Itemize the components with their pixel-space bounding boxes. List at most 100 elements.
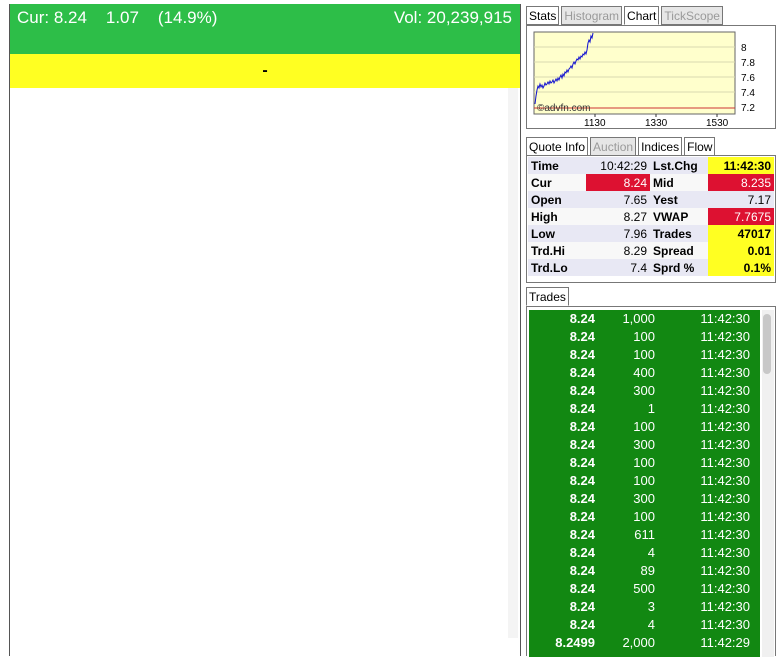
quote-value: 8.235 <box>708 174 774 191</box>
quote-label: Trd.Lo <box>528 259 586 276</box>
tab-auction[interactable]: Auction <box>590 137 637 156</box>
trade-time: 11:42:30 <box>700 401 750 416</box>
trades-tabs: Trades <box>526 287 569 306</box>
trade-row: 8.24 3 11:42:30 <box>529 598 760 616</box>
quote-value: 8.29 <box>586 242 650 259</box>
tab-tickscope[interactable]: TickScope <box>661 6 723 25</box>
trade-quantity: 100 <box>633 419 655 434</box>
quote-label: Trades <box>650 225 708 242</box>
trade-quantity: 400 <box>633 365 655 380</box>
quote-value: 7.17 <box>708 191 774 208</box>
trade-price: 8.24 <box>569 563 595 578</box>
quote-label: Mid <box>650 174 708 191</box>
trades-scrollbar-thumb[interactable] <box>763 314 771 374</box>
trade-price: 8.24 <box>569 545 595 560</box>
trade-price: 8.24 <box>569 599 595 614</box>
trade-quantity: 3 <box>647 599 655 614</box>
y-tick-label: 7.2 <box>741 103 755 114</box>
quote-label: High <box>528 208 586 225</box>
x-tick-label: 1130 <box>584 118 606 128</box>
status-text: - <box>262 62 268 79</box>
trade-time: 11:42:30 <box>700 563 750 578</box>
trade-time: 11:42:30 <box>700 347 750 362</box>
trade-quantity: 100 <box>633 329 655 344</box>
trade-quantity: 100 <box>633 473 655 488</box>
trade-quantity: 300 <box>633 491 655 506</box>
status-bar: - <box>10 54 520 88</box>
trade-row: 8.24 1 11:42:30 <box>529 400 760 418</box>
trade-time: 11:42:30 <box>700 455 750 470</box>
quote-value: 0.01 <box>708 242 774 259</box>
tab-chart[interactable]: Chart <box>624 6 660 25</box>
quote-label: Low <box>528 225 586 242</box>
trade-quantity: 300 <box>633 437 655 452</box>
trade-price: 8.24 <box>569 527 595 542</box>
y-tick-label: 7.8 <box>741 58 755 69</box>
trade-price: 8.24 <box>569 311 595 326</box>
quote-value: 8.27 <box>586 208 650 225</box>
trade-row: 8.24 100 11:42:30 <box>529 508 760 526</box>
quote-row: High 8.27 VWAP 7.7675 <box>528 208 774 225</box>
y-tick-label: 7.6 <box>741 73 755 84</box>
chart-watermark: ©advfn.com <box>537 103 591 114</box>
trade-quantity: 1,000 <box>622 311 655 326</box>
tab-histogram[interactable]: Histogram <box>561 6 623 25</box>
trade-quantity: 611 <box>634 527 655 542</box>
trade-row: 8.24 300 11:42:30 <box>529 490 760 508</box>
quote-value: 0.1% <box>708 259 774 276</box>
trade-row: 8.24 100 11:42:30 <box>529 454 760 472</box>
quote-value: 7.96 <box>586 225 650 242</box>
trade-quantity: 500 <box>633 581 655 596</box>
quote-value: 8.24 <box>586 174 650 191</box>
trade-row: 8.24 100 11:42:30 <box>529 472 760 490</box>
left-scrollbar[interactable] <box>508 88 518 638</box>
trade-time: 11:42:30 <box>700 527 750 542</box>
price-header: Cur: 8.24 1.07 (14.9%) Vol: 20,239,915 <box>10 4 520 54</box>
trade-row: 8.24 89 11:42:30 <box>529 562 760 580</box>
quote-row: Cur 8.24 Mid 8.235 <box>528 174 774 191</box>
quote-tabs: Quote Info Auction Indices Flow <box>526 137 716 156</box>
quote-value: 11:42:30 <box>708 157 774 174</box>
trade-row: 8.24 611 11:42:30 <box>529 526 760 544</box>
quote-value: 7.65 <box>586 191 650 208</box>
trade-price: 8.24 <box>569 437 595 452</box>
trade-price: 8.24 <box>569 581 595 596</box>
trade-quantity: 300 <box>633 383 655 398</box>
trade-row: 8.24 4 11:42:30 <box>529 544 760 562</box>
tab-indices[interactable]: Indices <box>638 137 683 156</box>
trade-quantity: 100 <box>633 509 655 524</box>
quote-info-panel: Time 10:42:29 Lst.Chg 11:42:30 Cur 8.24 … <box>526 155 776 283</box>
trade-row: 8.24 100 11:42:30 <box>529 346 760 364</box>
quote-label: Sprd % <box>650 259 708 276</box>
trade-time: 11:42:30 <box>700 617 750 632</box>
quote-value: 7.7675 <box>708 208 774 225</box>
trade-time: 11:42:30 <box>700 311 750 326</box>
trade-time: 11:42:30 <box>700 437 750 452</box>
trade-quantity: 1 <box>647 401 655 416</box>
trade-row: 8.24 300 11:42:30 <box>529 436 760 454</box>
quote-value: 47017 <box>708 225 774 242</box>
intraday-chart-panel: ©advfn.com 8 7.8 7.6 7.4 7.2 1130 1330 1… <box>526 25 776 129</box>
tab-quote-info[interactable]: Quote Info <box>526 137 589 156</box>
trade-price: 8.24 <box>569 365 595 380</box>
intraday-chart: ©advfn.com 8 7.8 7.6 7.4 7.2 1130 1330 1… <box>533 31 755 129</box>
trade-time: 11:42:30 <box>700 509 750 524</box>
quote-label: Time <box>528 157 586 174</box>
trade-time: 11:42:30 <box>700 545 750 560</box>
trade-price: 8.2499 <box>555 635 595 650</box>
tab-stats[interactable]: Stats <box>526 6 560 25</box>
volume: Vol: 20,239,915 <box>393 8 512 27</box>
quote-label: Cur <box>528 174 586 191</box>
tab-flow[interactable]: Flow <box>684 137 716 156</box>
trade-quantity: 4 <box>647 545 655 560</box>
quote-row: Low 7.96 Trades 47017 <box>528 225 774 242</box>
trade-row: 8.24 500 11:42:30 <box>529 580 760 598</box>
trade-price: 8.24 <box>569 473 595 488</box>
trade-price: 8.24 <box>569 491 595 506</box>
trades-panel: 8.24 1,000 11:42:30 8.24 100 11:42:30 8.24 100 1… <box>526 306 776 657</box>
trades-list: 8.24 1,000 11:42:30 8.24 100 11:42:30 8.24 100 1… <box>529 310 760 657</box>
trade-price: 8.24 <box>569 509 595 524</box>
tab-trades[interactable]: Trades <box>526 287 569 306</box>
price-change: 1.07 <box>105 8 139 27</box>
trade-time: 11:42:30 <box>700 383 750 398</box>
